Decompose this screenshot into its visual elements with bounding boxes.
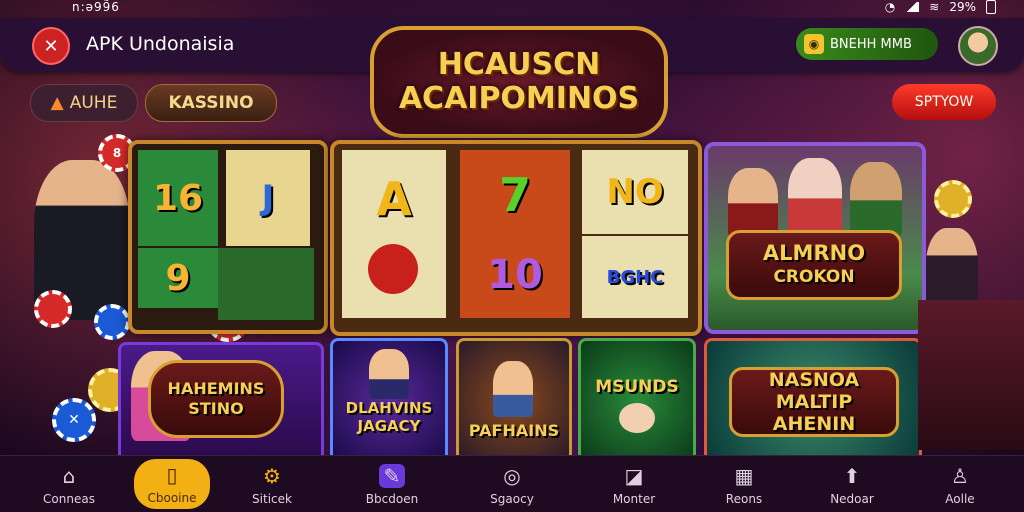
slot-reels-center[interactable]: A 7 10 NO BGHC <box>330 140 702 336</box>
app-logo[interactable]: ✕ <box>32 27 70 65</box>
battery-percent: 29% <box>949 0 976 14</box>
game-character <box>369 349 409 399</box>
left-game-banner[interactable]: HAHEMINS STINO <box>148 360 284 438</box>
reel-symbol: J <box>226 150 310 246</box>
wifi-icon: ≋ <box>929 0 940 14</box>
game-card[interactable]: PAFHAINS <box>456 338 572 462</box>
tab-kassino-label: KASSINO <box>168 93 254 113</box>
battery-icon <box>986 0 996 14</box>
game-card-label: PAFHAINS <box>468 421 560 440</box>
nav-active-tab[interactable]: ▯ Cbooine <box>134 459 210 509</box>
game-card[interactable]: MSUNDS <box>578 338 696 462</box>
nav-label: Nedoar <box>830 491 874 506</box>
game-card[interactable]: DLAHVINS JAGACY <box>330 338 448 462</box>
avatar[interactable] <box>958 26 998 66</box>
status-time: n:ə99̃6 <box>72 0 120 14</box>
promo-button-label: SPTYOW <box>914 94 974 110</box>
poker-chip: ✕ <box>52 398 96 442</box>
left-banner-line-2: STINO <box>188 399 244 418</box>
nav-label: Cbooine <box>147 491 197 505</box>
nav-profile[interactable]: ♙ Aolle <box>910 456 1010 512</box>
nav-label: Monter <box>612 491 656 506</box>
app-screen: n:ə99̃6 ◔ ≋ 29% ✕ APK Undonaisia ◉ BNEHH… <box>0 0 1024 512</box>
nav-edit[interactable]: ✎ Bbcdoen <box>342 456 442 512</box>
flame-icon: ▲ <box>50 93 64 113</box>
nav-label: Aolle <box>945 491 975 506</box>
game-character <box>619 403 655 433</box>
casino-table <box>218 248 314 320</box>
edit-icon: ✎ <box>379 463 405 488</box>
game-card-banner: NASNOA MALTIP AHENIN <box>729 367 899 437</box>
nav-slots[interactable]: ◎ Sgaocy <box>462 456 562 512</box>
tab-kassino[interactable]: KASSINO <box>145 84 277 122</box>
grid-icon: ▦ <box>734 463 754 488</box>
tab-hot-label: AUHE <box>69 93 118 113</box>
cherry-icon <box>368 244 418 294</box>
game-card-label: DLAHVINS JAGACY <box>345 399 433 435</box>
app-title: APK Undonaisia <box>86 33 235 55</box>
reel-symbol: 10 <box>487 252 543 298</box>
bar-counter <box>918 300 1024 450</box>
user-icon: ♙ <box>951 463 969 488</box>
promo-button[interactable]: SPTYOW <box>892 84 996 120</box>
game-card-label: NASNOA MALTIP AHENIN <box>768 369 860 435</box>
document-icon: ▯ <box>166 463 178 487</box>
gear-icon: ⚙ <box>263 463 281 488</box>
casino-headline-logo: HCAUSCN ACAIPOMINOS <box>370 26 668 138</box>
reel-symbol: 9 <box>138 248 218 308</box>
tab-hot[interactable]: ▲ AUHE <box>30 84 138 122</box>
poker-chip <box>34 290 72 328</box>
feature-banner-line-2: CROKON <box>773 267 855 287</box>
feature-banner-line-1: ALMRNO <box>762 241 866 265</box>
poker-chip <box>94 304 130 340</box>
game-card[interactable]: NASNOA MALTIP AHENIN <box>704 338 922 462</box>
status-bar: n:ə99̃6 ◔ ≋ 29% <box>0 0 1024 18</box>
nav-settings[interactable]: ⚙ Siticek <box>222 456 322 512</box>
coin-icon: ◉ <box>804 34 824 54</box>
live-casino-feature-card[interactable]: ALMRNO CROKON <box>704 142 926 334</box>
reel-symbol: NO <box>582 150 688 234</box>
alarm-icon: ◔ <box>884 0 896 14</box>
slot-reel-left[interactable]: 16 J 9 <box>128 140 328 334</box>
chart-icon: ◪ <box>624 463 644 488</box>
headline-line-1: HCAUSCN <box>437 47 601 82</box>
game-card-label: MSUNDS <box>595 377 679 397</box>
nav-label: Conneas <box>43 491 95 506</box>
nav-label: Bbcdoen <box>365 491 419 506</box>
nav-label: Reons <box>725 491 763 506</box>
nav-label: Siticek <box>252 491 292 506</box>
slot-icon: ◎ <box>503 463 521 488</box>
coin-balance-text: BNEHH MMB <box>830 36 912 52</box>
host-figure <box>728 168 778 238</box>
game-character <box>493 361 533 417</box>
nav-label: Sgaocy <box>490 491 534 506</box>
gold-coin <box>934 180 972 218</box>
home-icon: ⌂ <box>62 463 76 488</box>
coin-balance-pill[interactable]: ◉ BNEHH MMB <box>796 28 938 60</box>
host-figure <box>788 158 842 238</box>
upload-icon: ⬆ <box>843 463 861 488</box>
host-figure <box>850 162 902 238</box>
nav-rooms[interactable]: ▦ Reons <box>694 456 794 512</box>
bottom-navigation: ⌂ Conneas ▯ Cbooine ⚙ Siticek ✎ Bbcdoen … <box>0 455 1024 512</box>
signal-icon <box>905 2 920 12</box>
left-banner-line-1: HAHEMINS <box>167 379 265 398</box>
nav-upload[interactable]: ⬆ Nedoar <box>802 456 902 512</box>
feature-banner: ALMRNO CROKON <box>726 230 902 300</box>
headline-line-2: ACAIPOMINOS <box>398 81 640 116</box>
status-icons: ◔ ≋ 29% <box>885 0 996 14</box>
reel-symbol: BGHC <box>582 236 688 318</box>
nav-home[interactable]: ⌂ Conneas <box>19 456 119 512</box>
nav-monitor[interactable]: ◪ Monter <box>584 456 684 512</box>
reel-symbol: 16 <box>138 150 218 246</box>
